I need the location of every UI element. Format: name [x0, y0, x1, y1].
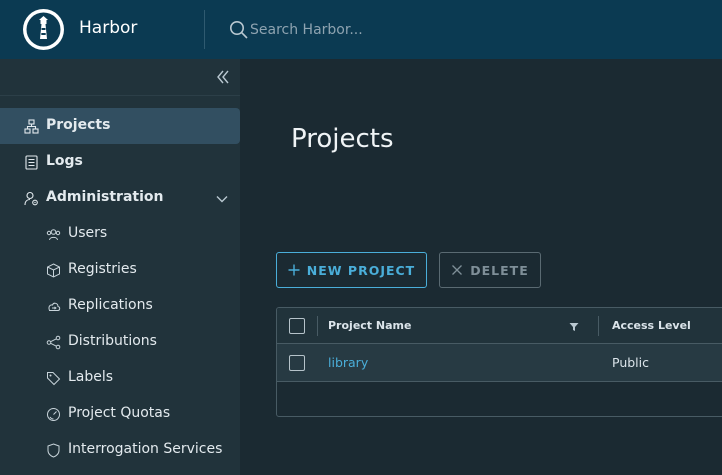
sidebar-item-users[interactable]: Users — [0, 216, 240, 252]
sidebar-item-label: Replications — [68, 297, 153, 313]
sidebar-item-labels[interactable]: Labels — [0, 360, 240, 396]
search-icon — [230, 21, 248, 39]
quotas-icon — [47, 408, 60, 421]
project-name-link[interactable]: library — [328, 355, 368, 370]
sidebar-item-label: Distributions — [68, 333, 157, 349]
distributions-icon — [46, 335, 61, 350]
delete-label: DELETE — [470, 262, 529, 278]
search-input[interactable] — [248, 18, 468, 42]
column-header-project-name[interactable]: Project Name — [328, 319, 411, 332]
sidebar-item-project-quotas[interactable]: Project Quotas — [0, 396, 240, 432]
sidebar-item-projects[interactable]: Projects — [0, 108, 240, 144]
sidebar-item-distributions[interactable]: Distributions — [0, 324, 240, 360]
row-checkbox[interactable] — [289, 355, 305, 371]
sidebar-item-label: Interrogation Services — [68, 441, 223, 457]
sidebar-item-label: Logs — [46, 153, 83, 169]
harbor-logo-icon[interactable] — [23, 9, 64, 50]
sidebar-item-label: Administration — [46, 189, 164, 205]
access-level-value: Public — [612, 355, 649, 370]
header-divider — [204, 10, 205, 49]
shield-icon — [47, 443, 60, 458]
replications-icon — [48, 302, 61, 311]
select-all-checkbox[interactable] — [289, 318, 305, 334]
sidebar-item-label: Users — [68, 225, 108, 241]
collapse-sidebar-icon[interactable] — [214, 68, 232, 86]
top-header: Harbor — [0, 0, 722, 59]
sidebar-item-label: Project Quotas — [68, 405, 171, 421]
sidebar-item-label: Projects — [46, 117, 111, 133]
delete-button[interactable]: DELETE — [439, 252, 541, 288]
plus-icon — [288, 264, 300, 276]
sidebar-item-label: Registries — [68, 261, 137, 277]
administration-icon — [24, 191, 38, 206]
page-title: Projects — [291, 124, 394, 154]
new-project-label: NEW PROJECT — [306, 262, 416, 278]
column-separator — [317, 316, 318, 336]
table-row: library Public — [277, 344, 722, 382]
close-icon — [452, 265, 463, 275]
sidebar-item-logs[interactable]: Logs — [0, 144, 240, 180]
table-header: Project Name Access Level — [277, 308, 722, 344]
sidebar-item-interrogation-services[interactable]: Interrogation Services — [0, 432, 240, 468]
projects-icon — [24, 119, 39, 134]
app-title[interactable]: Harbor — [79, 18, 137, 38]
column-separator — [598, 316, 599, 336]
sidebar-item-replications[interactable]: Replications — [0, 288, 240, 324]
column-header-access-level[interactable]: Access Level — [612, 319, 691, 332]
sidebar-divider — [0, 95, 240, 96]
sidebar-item-label: Labels — [68, 369, 114, 385]
sidebar: Projects Logs Administration Users Regis… — [0, 59, 240, 475]
logs-icon — [25, 155, 38, 170]
registries-icon — [47, 263, 60, 278]
labels-icon — [47, 372, 61, 386]
new-project-button[interactable]: NEW PROJECT — [276, 252, 427, 288]
projects-table: Project Name Access Level library Public — [276, 307, 722, 417]
chevron-down-icon[interactable] — [215, 192, 229, 206]
filter-icon[interactable] — [569, 322, 579, 332]
users-icon — [46, 229, 61, 241]
sidebar-item-administration[interactable]: Administration — [0, 180, 240, 216]
sidebar-item-registries[interactable]: Registries — [0, 252, 240, 288]
